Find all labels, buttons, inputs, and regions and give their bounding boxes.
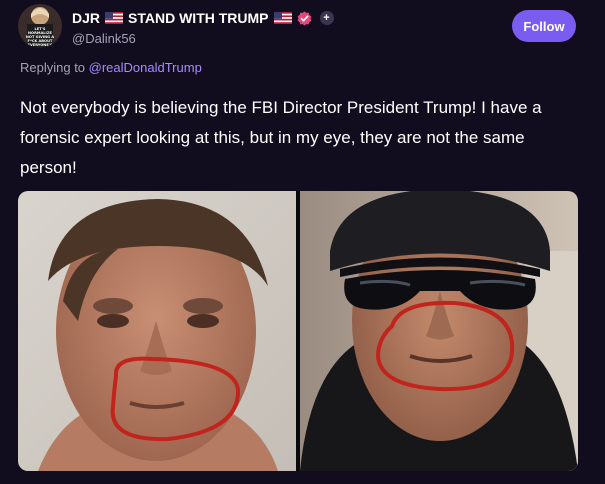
post-header: DJR STAND WITH TRUMP + @Dalink56: [72, 8, 492, 46]
plus-badge-icon: +: [319, 11, 334, 25]
avatar[interactable]: LET'S NORMALIZE NOT GIVING A F*CK ABOUT …: [18, 4, 62, 48]
avatar-image: LET'S NORMALIZE NOT GIVING A F*CK ABOUT …: [18, 4, 62, 48]
reply-prefix: Replying to: [20, 60, 89, 75]
reply-target-link[interactable]: @realDonaldTrump: [89, 60, 202, 75]
post-media[interactable]: [18, 191, 578, 471]
post-text: Not everybody is believing the FBI Direc…: [20, 98, 542, 177]
display-name[interactable]: DJR: [72, 10, 100, 26]
us-flag-icon: [273, 12, 292, 24]
photo-left-face[interactable]: [18, 191, 296, 471]
verified-badge-icon: [297, 10, 311, 26]
us-flag-icon: [105, 12, 124, 24]
name-row: DJR STAND WITH TRUMP +: [72, 8, 492, 28]
post-card: LET'S NORMALIZE NOT GIVING A F*CK ABOUT …: [0, 0, 605, 484]
reply-context: Replying to @realDonaldTrump: [20, 60, 202, 75]
photo-right-face[interactable]: [300, 191, 578, 471]
user-handle[interactable]: @Dalink56: [72, 31, 492, 46]
follow-button[interactable]: Follow: [512, 10, 576, 42]
display-name-suffix[interactable]: STAND WITH TRUMP: [128, 10, 269, 26]
svg-text:EVERYONE'S: EVERYONE'S: [28, 43, 53, 47]
